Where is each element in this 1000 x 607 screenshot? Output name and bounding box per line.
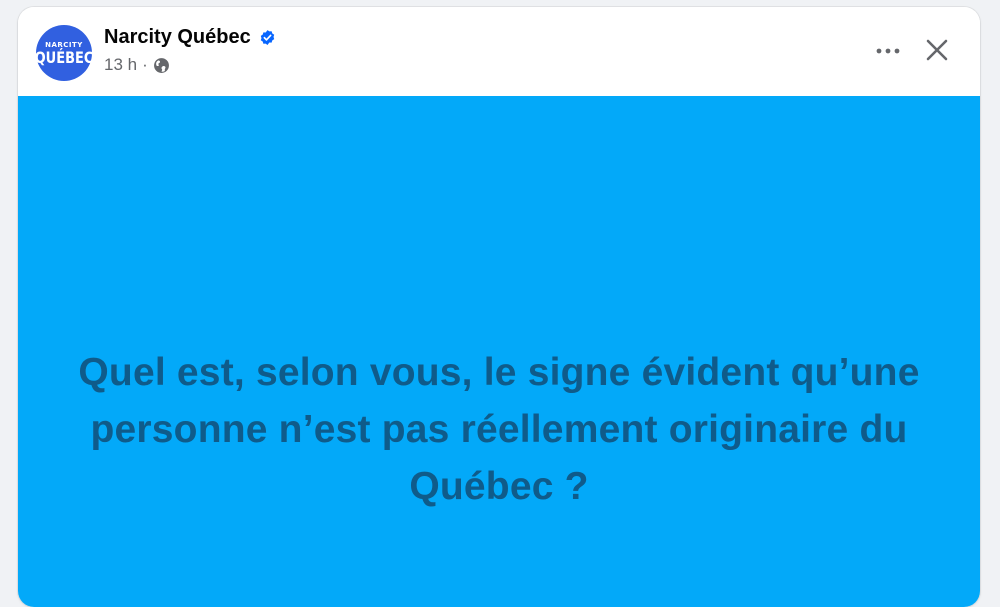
page-name-row: Narcity Québec <box>104 26 276 49</box>
avatar-line2: QUÉBEC <box>34 48 94 68</box>
avatar-line1: NARCITY <box>45 40 83 49</box>
close-button[interactable] <box>918 31 956 69</box>
post-card: NARCITY QUÉBEC Narcity Québec 13 h · Que… <box>18 7 980 607</box>
avatar[interactable]: NARCITY QUÉBEC <box>34 25 94 81</box>
globe-icon[interactable] <box>153 57 170 74</box>
verified-badge-icon <box>259 29 276 46</box>
more-dots-icon <box>876 48 900 54</box>
post-time[interactable]: 13 h <box>104 55 137 75</box>
meta-separator: · <box>142 55 148 74</box>
page-name[interactable]: Narcity Québec <box>104 26 251 49</box>
more-options-button[interactable] <box>870 33 906 69</box>
post-text-background: Quel est, selon vous, le signe évident q… <box>18 96 980 607</box>
post-header: NARCITY QUÉBEC Narcity Québec 13 h · <box>18 7 980 96</box>
close-icon <box>926 39 948 61</box>
post-text: Quel est, selon vous, le signe évident q… <box>78 351 920 508</box>
post-meta: 13 h · <box>104 55 170 75</box>
